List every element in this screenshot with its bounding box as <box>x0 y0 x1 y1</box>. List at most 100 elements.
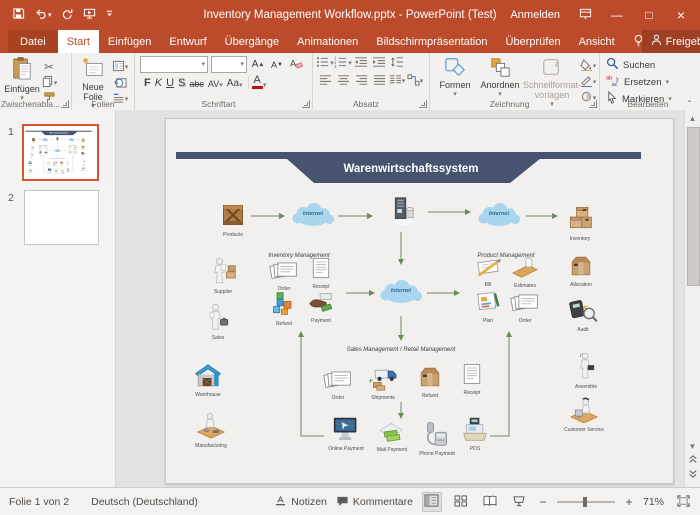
tab-animationen[interactable]: Animationen <box>288 30 367 53</box>
paragraph-dialog-launcher[interactable] <box>419 100 427 108</box>
slideshow-view-button[interactable] <box>509 492 529 512</box>
font-dialog-launcher[interactable] <box>302 100 310 108</box>
diagram-node-audit[interactable]: $Audit <box>555 297 611 333</box>
tab-entwurf[interactable]: Entwurf <box>160 30 215 53</box>
shape-fill-button[interactable]: ▾ <box>580 59 596 73</box>
copy-button[interactable]: ▾ <box>41 76 57 90</box>
previous-slide-button[interactable] <box>686 454 699 467</box>
diagram-node-allocation[interactable]: Allocation <box>553 254 609 288</box>
columns-button[interactable]: ▾ <box>389 74 405 88</box>
clear-formatting-button[interactable]: A <box>288 58 304 72</box>
diagram-node-internet-3[interactable]: Internet <box>378 279 424 307</box>
tab-bildschirmpraesentation[interactable]: Bildschirmpräsentation <box>367 30 496 53</box>
language-indicator[interactable]: Deutsch (Deutschland) <box>91 496 198 508</box>
shrink-font-button[interactable]: A▼ <box>269 58 285 72</box>
change-case-button[interactable]: Aa▾ <box>225 78 245 89</box>
scroll-up-button[interactable]: ▲ <box>686 112 699 125</box>
tab-tellme[interactable]: Sie wünsch <box>624 30 642 53</box>
notes-button[interactable]: Notizen <box>274 495 327 510</box>
next-slide-button[interactable] <box>686 467 699 480</box>
diagram-node-inventory[interactable]: Inventory <box>552 204 608 242</box>
cut-button[interactable]: ✂ <box>41 60 57 74</box>
bullets-button[interactable]: ▾ <box>317 56 333 70</box>
zoom-slider-thumb[interactable] <box>583 497 587 507</box>
increase-indent-button[interactable] <box>371 56 387 70</box>
slide-indicator[interactable]: Folie 1 von 2 <box>9 496 69 508</box>
line-spacing-button[interactable] <box>389 56 405 70</box>
strikethrough-button[interactable]: abc <box>187 79 206 89</box>
start-presentation-button[interactable] <box>83 7 96 23</box>
undo-button[interactable]: ▾ <box>34 7 52 23</box>
diagram-node-sales[interactable]: Sales <box>190 303 246 341</box>
diagram-node-pos[interactable]: POS <box>447 416 503 452</box>
diagram-node-customer-service[interactable]: Customer Service <box>556 397 612 433</box>
justify-button[interactable] <box>371 74 387 88</box>
tab-ueberpruefen[interactable]: Überprüfen <box>497 30 570 53</box>
diagram-node-products[interactable]: Products <box>205 202 261 238</box>
underline-button[interactable]: U <box>164 77 176 89</box>
minimize-button[interactable]: — <box>610 8 624 22</box>
zoom-slider[interactable] <box>557 501 615 503</box>
tab-ansicht[interactable]: Ansicht <box>570 30 624 53</box>
drawing-dialog-launcher[interactable] <box>589 100 597 108</box>
tab-datei[interactable]: Datei <box>8 30 58 53</box>
normal-view-button[interactable] <box>422 492 442 512</box>
close-button[interactable]: × <box>674 7 688 23</box>
redo-button[interactable] <box>61 7 74 23</box>
sign-in-link[interactable]: Anmelden <box>510 9 560 21</box>
reading-view-button[interactable] <box>480 492 500 512</box>
customize-qat-button[interactable] <box>105 9 114 21</box>
diagram-node-manufacturing[interactable]: Manufacturing <box>183 411 239 449</box>
comments-button[interactable]: Kommentare <box>336 495 413 510</box>
smartart-convert-button[interactable]: ▾ <box>407 74 423 88</box>
zoom-level[interactable]: 71% <box>643 496 664 508</box>
vertical-scrollbar[interactable]: ▲ ▼ <box>684 110 700 487</box>
find-button[interactable]: Suchen <box>600 56 696 73</box>
character-spacing-button[interactable]: AV▾ <box>206 79 225 89</box>
diagram-node-warehouse[interactable]: Warehouse <box>180 361 236 398</box>
diagram-group-label[interactable]: Sales Management / Retail Management <box>347 347 456 353</box>
italic-button[interactable]: K <box>153 77 164 89</box>
clipboard-dialog-launcher[interactable] <box>61 100 69 108</box>
diagram-node-supplier[interactable]: Supplier <box>195 257 251 295</box>
reset-slide-button[interactable] <box>112 76 128 90</box>
diagram-node-server[interactable] <box>373 196 429 229</box>
diagram-node-pm-order[interactable]: Order <box>497 290 553 324</box>
align-right-button[interactable] <box>353 74 369 88</box>
font-size-select[interactable]: ▾ <box>211 56 247 73</box>
tab-uebergaenge[interactable]: Übergänge <box>216 30 288 53</box>
numbering-button[interactable]: 123▾ <box>335 56 351 70</box>
diagram-node-im-receipt[interactable]: Receipt <box>293 256 349 290</box>
shape-outline-button[interactable]: ▾ <box>580 75 596 89</box>
zoom-in-button[interactable]: + <box>624 495 634 509</box>
decrease-indent-button[interactable] <box>353 56 369 70</box>
bold-button[interactable]: F <box>142 77 153 89</box>
font-color-button[interactable]: A <box>252 76 263 89</box>
diagram-node-internet-1[interactable]: Internet <box>290 202 336 230</box>
text-shadow-button[interactable]: S <box>176 77 187 89</box>
diagram-node-im-payment[interactable]: Payment <box>293 290 349 324</box>
ribbon-display-options-button[interactable] <box>578 7 592 23</box>
diagram-node-sm-receipt[interactable]: Receipt <box>444 362 500 396</box>
fit-to-window-button[interactable] <box>673 492 693 512</box>
diagram-node-pm-estimates[interactable]: Estimates <box>497 255 553 289</box>
align-left-button[interactable] <box>317 74 333 88</box>
slide-2-thumbnail[interactable] <box>24 190 99 245</box>
replace-button[interactable]: abacErsetzen▾ <box>600 73 696 90</box>
align-center-button[interactable] <box>335 74 351 88</box>
slide-layout-button[interactable]: ▾ <box>112 60 128 74</box>
save-button[interactable] <box>12 7 25 23</box>
scrollbar-thumb[interactable] <box>687 127 700 286</box>
grow-font-button[interactable]: A▲ <box>250 58 266 72</box>
slide-editor[interactable]: Warenwirtschaftssystem <box>165 118 674 484</box>
tab-start[interactable]: Start <box>58 30 99 53</box>
tab-einfuegen[interactable]: Einfügen <box>99 30 160 53</box>
tab-freigeben[interactable]: Freigeben <box>642 30 700 53</box>
collapse-ribbon-button[interactable]: ⌃ <box>686 99 693 108</box>
slide-1-thumbnail[interactable]: Warenwirtschaftssystem <box>22 124 99 181</box>
diagram-node-assemble[interactable]: Assemble <box>558 352 614 390</box>
font-name-select[interactable]: ▾ <box>140 56 208 73</box>
diagram-node-internet-2[interactable]: Internet <box>476 202 522 230</box>
zoom-out-button[interactable]: − <box>538 495 548 509</box>
maximize-button[interactable]: □ <box>642 8 656 22</box>
